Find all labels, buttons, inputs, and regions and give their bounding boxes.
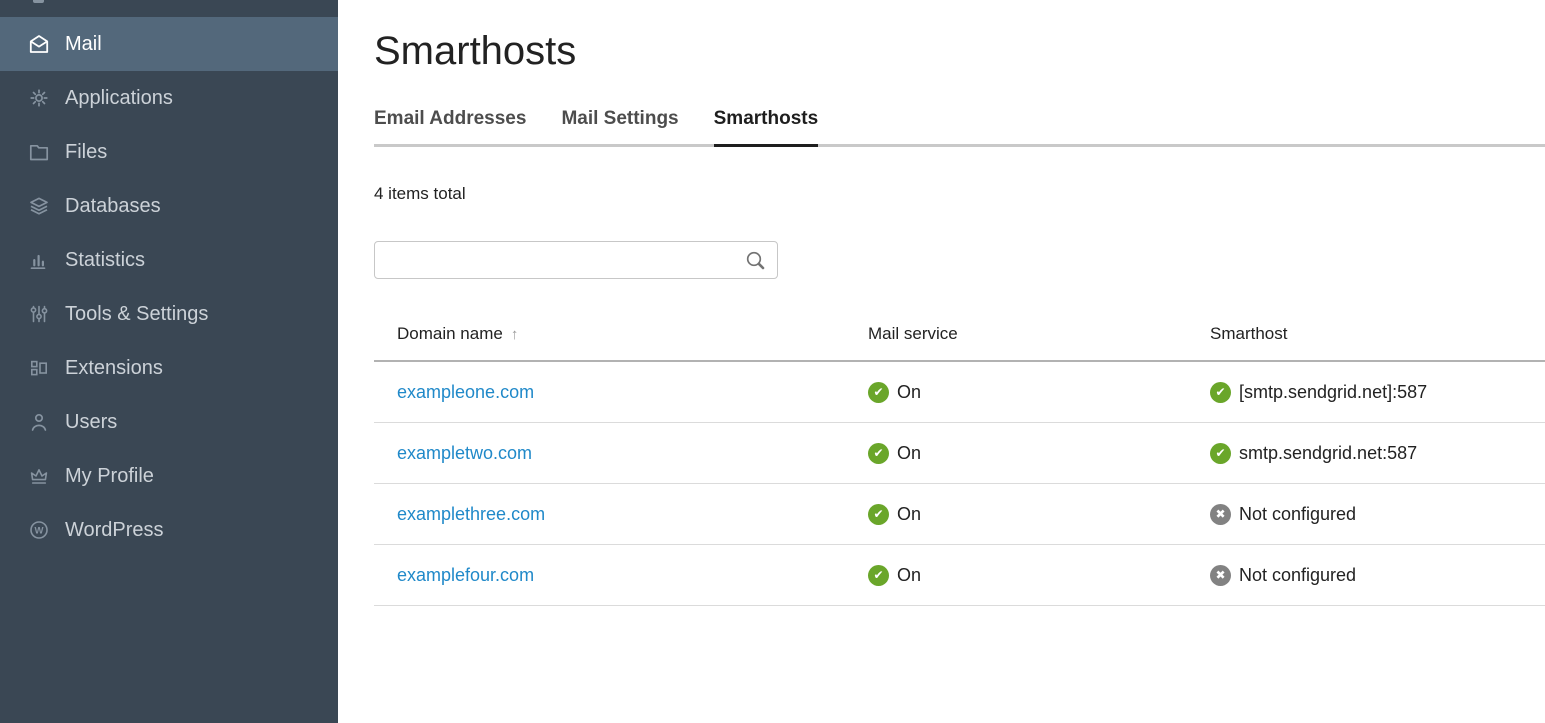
mail-service-status-icon: [868, 382, 889, 403]
column-header-smarthost: Smarthost: [1210, 324, 1545, 344]
partial-icon-sliver: [33, 0, 44, 3]
sidebar-item-tools-settings[interactable]: Tools & Settings: [0, 287, 338, 341]
sidebar-item-label: Files: [65, 141, 107, 164]
search-button[interactable]: [743, 248, 769, 274]
smarthost-cell: smtp.sendgrid.net:587: [1210, 443, 1545, 464]
sidebar-item-label: Mail: [65, 33, 102, 56]
sort-asc-icon: ↑: [511, 326, 519, 343]
smarthosts-table: Domain name ↑ Mail service Smarthost exa…: [374, 308, 1545, 606]
sidebar-item-my-profile[interactable]: My Profile: [0, 449, 338, 503]
domain-link[interactable]: exampletwo.com: [397, 443, 532, 464]
smarthost-cell: Not configured: [1210, 565, 1545, 586]
mail-service-label: On: [897, 565, 921, 586]
smarthost-label: smtp.sendgrid.net:587: [1239, 443, 1417, 464]
mail-icon: [28, 33, 50, 55]
sidebar-item-applications[interactable]: Applications: [0, 71, 338, 125]
sidebar-item-extensions[interactable]: Extensions: [0, 341, 338, 395]
items-total-label: 4 items total: [374, 183, 1545, 204]
table-row: examplethree.com On Not configured: [374, 484, 1545, 545]
sidebar-menu: Mail Applications Files Databases Statis: [0, 0, 338, 557]
sidebar-item-label: Tools & Settings: [65, 303, 208, 326]
page-title: Smarthosts: [374, 26, 1545, 76]
databases-icon: [28, 195, 50, 217]
table-row: examplefour.com On Not configured: [374, 545, 1545, 606]
sidebar-item-databases[interactable]: Databases: [0, 179, 338, 233]
sidebar-item-mail[interactable]: Mail: [0, 17, 338, 71]
table-row: exampletwo.com On smtp.sendgrid.net:587: [374, 423, 1545, 484]
smarthost-label: Not configured: [1239, 504, 1356, 525]
search-icon: [744, 249, 768, 273]
wordpress-icon: W: [28, 519, 50, 541]
sidebar-item-label: Applications: [65, 87, 173, 110]
smarthost-cell: Not configured: [1210, 504, 1545, 525]
sidebar-item-label: Users: [65, 411, 117, 434]
table-header: Domain name ↑ Mail service Smarthost: [374, 308, 1545, 362]
mail-service-cell: On: [868, 443, 1210, 464]
smarthost-status-icon: [1210, 443, 1231, 464]
mail-service-label: On: [897, 504, 921, 525]
mail-service-status-icon: [868, 504, 889, 525]
sidebar-item-wordpress[interactable]: W WordPress: [0, 503, 338, 557]
table-body: exampleone.com On [smtp.sendgrid.net]:58…: [374, 362, 1545, 606]
sidebar-item-label: My Profile: [65, 465, 154, 488]
users-icon: [28, 411, 50, 433]
my-profile-icon: [28, 465, 50, 487]
extensions-icon: [28, 357, 50, 379]
sidebar-item-files[interactable]: Files: [0, 125, 338, 179]
svg-text:W: W: [35, 525, 44, 536]
mail-service-status-icon: [868, 443, 889, 464]
smarthost-label: [smtp.sendgrid.net]:587: [1239, 382, 1427, 403]
column-header-domain-name[interactable]: Domain name ↑: [397, 324, 518, 344]
tab-mail-settings[interactable]: Mail Settings: [561, 108, 678, 144]
smarthost-status-icon: [1210, 504, 1231, 525]
search-box: [374, 241, 778, 279]
domain-link[interactable]: exampleone.com: [397, 382, 534, 403]
domain-link[interactable]: examplefour.com: [397, 565, 534, 586]
mail-service-label: On: [897, 443, 921, 464]
mail-service-status-icon: [868, 565, 889, 586]
mail-service-label: On: [897, 382, 921, 403]
tab-smarthosts[interactable]: Smarthosts: [714, 108, 819, 147]
mail-service-cell: On: [868, 565, 1210, 586]
table-row: exampleone.com On [smtp.sendgrid.net]:58…: [374, 362, 1545, 423]
smarthost-cell: [smtp.sendgrid.net]:587: [1210, 382, 1545, 403]
files-icon: [28, 141, 50, 163]
main-content: Smarthosts Email Addresses Mail Settings…: [338, 0, 1545, 723]
mail-service-cell: On: [868, 382, 1210, 403]
smarthost-label: Not configured: [1239, 565, 1356, 586]
sidebar-item-label: Databases: [65, 195, 161, 218]
column-header-mail-service: Mail service: [868, 324, 1210, 344]
domain-link[interactable]: examplethree.com: [397, 504, 545, 525]
sidebar-item-label: Extensions: [65, 357, 163, 380]
sidebar-item-label: Statistics: [65, 249, 145, 272]
tab-bar: Email Addresses Mail Settings Smarthosts: [374, 108, 1545, 147]
smarthost-status-icon: [1210, 382, 1231, 403]
sidebar-item-users[interactable]: Users: [0, 395, 338, 449]
tools-settings-icon: [28, 303, 50, 325]
sidebar-item-label: WordPress: [65, 519, 164, 542]
smarthost-status-icon: [1210, 565, 1231, 586]
tab-email-addresses[interactable]: Email Addresses: [374, 108, 526, 144]
sidebar: Mail Applications Files Databases Statis: [0, 0, 338, 723]
mail-service-cell: On: [868, 504, 1210, 525]
sidebar-item-statistics[interactable]: Statistics: [0, 233, 338, 287]
search-input[interactable]: [374, 241, 778, 279]
applications-icon: [28, 87, 50, 109]
statistics-icon: [28, 249, 50, 271]
